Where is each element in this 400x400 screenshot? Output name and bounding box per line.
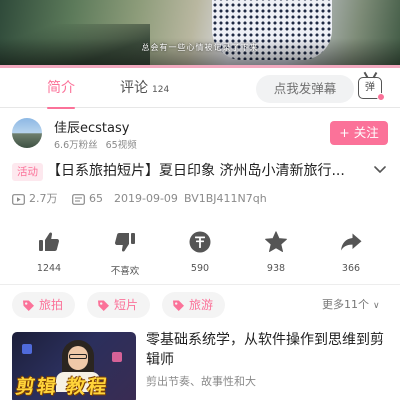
danmaku-count-value: 65 <box>89 192 103 205</box>
like-button[interactable]: 1244 <box>21 230 77 274</box>
author-avatar[interactable] <box>12 118 42 148</box>
thumbnail-person-glasses <box>69 354 87 359</box>
video-subtitle: 总会有一些心情被记录了下来 <box>141 43 259 52</box>
video-title: 【日系旅拍短片】夏日印象 济州岛小清新旅行... <box>47 163 345 179</box>
tag-icon <box>173 300 184 311</box>
video-player[interactable]: 总会有一些心情被记录了下来 <box>0 0 400 68</box>
tag-chip[interactable]: 旅拍 <box>12 292 76 318</box>
share-button[interactable]: 366 <box>323 230 379 274</box>
author-videos: 65视频 <box>105 140 137 151</box>
related-video-thumbnail[interactable]: 剪辑 教程 <box>12 332 136 400</box>
coin-count: 590 <box>190 263 210 274</box>
favorite-count: 938 <box>266 263 286 274</box>
more-tags-button[interactable]: 更多11个 ∨ <box>322 292 380 319</box>
danmaku-count-icon <box>72 193 85 205</box>
tag-chip[interactable]: 旅游 <box>162 292 226 318</box>
tab-intro[interactable]: 简介 <box>47 68 75 109</box>
dislike-label: 不喜欢 <box>110 266 140 277</box>
author-followers: 6.6万粉丝 <box>54 140 98 151</box>
related-video-desc: 剪出节奏、故事性和大 <box>146 375 256 388</box>
thumbnail-decoration <box>22 344 32 354</box>
bvid[interactable]: BV1BJ411N7qh <box>184 191 267 207</box>
thumb-down-icon <box>115 233 135 252</box>
like-count: 1244 <box>36 263 62 274</box>
star-icon <box>265 231 287 252</box>
play-count-icon <box>12 193 25 205</box>
tab-intro-label: 简介 <box>47 80 75 96</box>
activity-badge[interactable]: 活动 <box>12 163 43 181</box>
author-stats: 6.6万粉丝 65视频 <box>54 137 145 151</box>
danmaku-input[interactable]: 点我发弹幕 <box>256 75 354 103</box>
tag-label: 旅拍 <box>39 298 64 312</box>
danmaku-toggle-icon[interactable]: 弹 <box>358 72 385 101</box>
author-name[interactable]: 佳辰ecstasy <box>54 117 129 136</box>
tag-icon <box>98 300 109 311</box>
tag-icon <box>23 300 34 311</box>
tab-active-indicator <box>47 107 75 109</box>
section-divider <box>0 284 400 285</box>
tag-chip[interactable]: 短片 <box>87 292 151 318</box>
danmaku-toggle-label: 弹 <box>365 82 375 93</box>
publish-date: 2019-09-09 <box>114 192 178 205</box>
thumbnail-title: 剪辑 教程 <box>14 376 110 398</box>
dislike-button[interactable]: 不喜欢 <box>97 230 153 277</box>
comment-count: 124 <box>152 85 170 95</box>
share-arrow-icon <box>341 233 362 251</box>
tab-comments[interactable]: 评论 124 <box>120 68 169 108</box>
view-count: 2.7万 <box>12 191 58 207</box>
more-tags-label: 更多11个 <box>322 298 369 311</box>
share-count: 366 <box>341 263 361 274</box>
favorite-button[interactable]: 938 <box>248 230 304 274</box>
thumbnail-decoration <box>112 352 122 362</box>
chevron-down-icon: ∨ <box>373 301 380 311</box>
tab-comments-label: 评论 <box>120 80 148 96</box>
coin-icon <box>189 231 211 253</box>
thumb-up-icon <box>39 232 59 251</box>
danmaku-count: 65 <box>72 191 103 207</box>
follow-button[interactable]: + 关注 <box>330 121 388 145</box>
coin-button[interactable]: 590 <box>172 230 228 274</box>
tag-label: 短片 <box>114 298 139 312</box>
chevron-down-icon[interactable] <box>373 165 387 175</box>
related-video-title[interactable]: 零基础系统学，从软件操作到思维到剪辑师 <box>146 330 392 370</box>
danmaku-toggle-dot <box>377 93 385 101</box>
view-count-value: 2.7万 <box>29 192 58 205</box>
tag-label: 旅游 <box>189 298 214 312</box>
